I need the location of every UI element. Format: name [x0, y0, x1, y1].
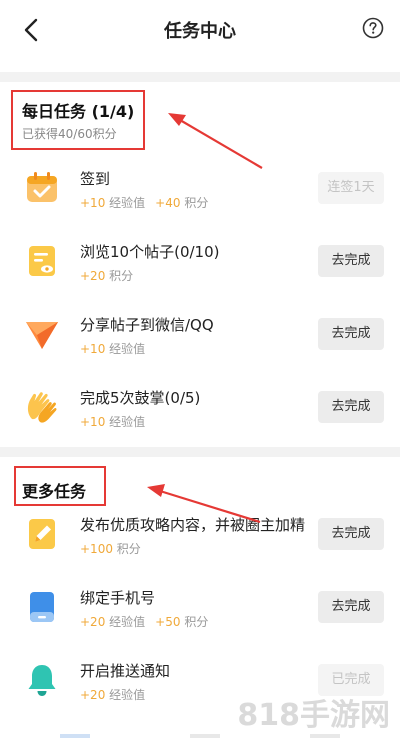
annotation-arrows — [147, 113, 263, 524]
annotation-arrow-daily — [168, 113, 263, 169]
annotation-arrow-more — [147, 484, 261, 524]
bottom-strip — [60, 734, 340, 738]
watermark: 818手游网 — [237, 698, 390, 733]
